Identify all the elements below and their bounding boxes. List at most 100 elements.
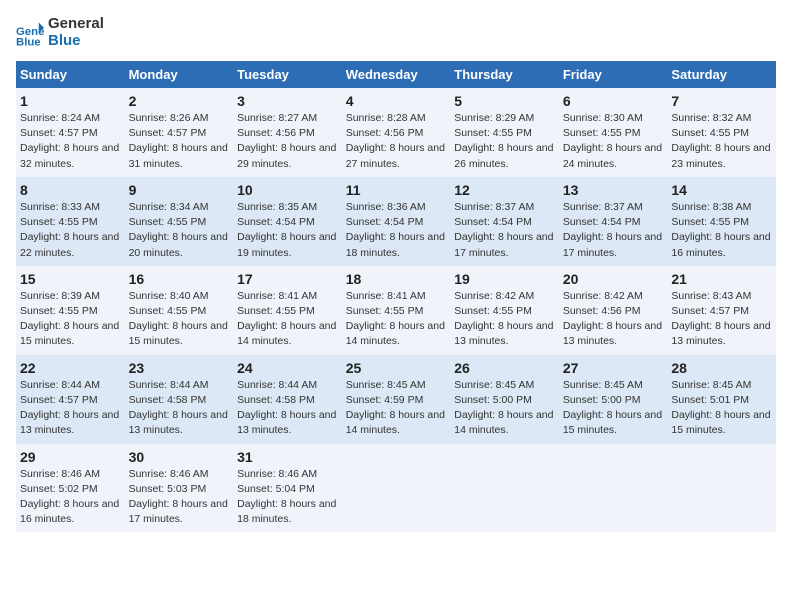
week-row-4: 22 Sunrise: 8:44 AMSunset: 4:57 PMDaylig… (16, 355, 776, 444)
calendar-cell: 16 Sunrise: 8:40 AMSunset: 4:55 PMDaylig… (125, 266, 234, 355)
day-info: Sunrise: 8:30 AMSunset: 4:55 PMDaylight:… (563, 111, 664, 172)
day-info: Sunrise: 8:42 AMSunset: 4:56 PMDaylight:… (563, 289, 664, 350)
calendar-cell: 28 Sunrise: 8:45 AMSunset: 5:01 PMDaylig… (667, 355, 776, 444)
day-number: 13 (563, 182, 664, 198)
week-row-5: 29 Sunrise: 8:46 AMSunset: 5:02 PMDaylig… (16, 444, 776, 533)
logo-text: GeneralBlue (48, 16, 104, 49)
day-number: 21 (671, 271, 772, 287)
day-info: Sunrise: 8:41 AMSunset: 4:55 PMDaylight:… (346, 289, 447, 350)
day-number: 3 (237, 93, 338, 109)
calendar-cell: 25 Sunrise: 8:45 AMSunset: 4:59 PMDaylig… (342, 355, 451, 444)
day-number: 11 (346, 182, 447, 198)
calendar-cell: 8 Sunrise: 8:33 AMSunset: 4:55 PMDayligh… (16, 177, 125, 266)
day-number: 27 (563, 360, 664, 376)
logo: General Blue GeneralBlue (16, 16, 104, 49)
day-number: 8 (20, 182, 121, 198)
calendar-table: SundayMondayTuesdayWednesdayThursdayFrid… (16, 61, 776, 532)
calendar-cell: 9 Sunrise: 8:34 AMSunset: 4:55 PMDayligh… (125, 177, 234, 266)
calendar-cell (559, 444, 668, 533)
day-number: 6 (563, 93, 664, 109)
day-number: 12 (454, 182, 555, 198)
day-info: Sunrise: 8:40 AMSunset: 4:55 PMDaylight:… (129, 289, 230, 350)
day-header-saturday: Saturday (667, 61, 776, 88)
day-info: Sunrise: 8:32 AMSunset: 4:55 PMDaylight:… (671, 111, 772, 172)
week-row-3: 15 Sunrise: 8:39 AMSunset: 4:55 PMDaylig… (16, 266, 776, 355)
day-info: Sunrise: 8:27 AMSunset: 4:56 PMDaylight:… (237, 111, 338, 172)
calendar-cell: 1 Sunrise: 8:24 AMSunset: 4:57 PMDayligh… (16, 88, 125, 177)
day-number: 23 (129, 360, 230, 376)
svg-text:Blue: Blue (16, 36, 41, 47)
day-info: Sunrise: 8:28 AMSunset: 4:56 PMDaylight:… (346, 111, 447, 172)
day-info: Sunrise: 8:46 AMSunset: 5:04 PMDaylight:… (237, 467, 338, 528)
calendar-cell: 5 Sunrise: 8:29 AMSunset: 4:55 PMDayligh… (450, 88, 559, 177)
calendar-cell: 10 Sunrise: 8:35 AMSunset: 4:54 PMDaylig… (233, 177, 342, 266)
calendar-cell: 26 Sunrise: 8:45 AMSunset: 5:00 PMDaylig… (450, 355, 559, 444)
calendar-cell: 22 Sunrise: 8:44 AMSunset: 4:57 PMDaylig… (16, 355, 125, 444)
calendar-body: 1 Sunrise: 8:24 AMSunset: 4:57 PMDayligh… (16, 88, 776, 532)
calendar-cell: 19 Sunrise: 8:42 AMSunset: 4:55 PMDaylig… (450, 266, 559, 355)
day-number: 29 (20, 449, 121, 465)
day-info: Sunrise: 8:44 AMSunset: 4:57 PMDaylight:… (20, 378, 121, 439)
calendar-cell: 20 Sunrise: 8:42 AMSunset: 4:56 PMDaylig… (559, 266, 668, 355)
day-header-tuesday: Tuesday (233, 61, 342, 88)
day-number: 20 (563, 271, 664, 287)
day-number: 14 (671, 182, 772, 198)
calendar-cell (342, 444, 451, 533)
day-info: Sunrise: 8:44 AMSunset: 4:58 PMDaylight:… (129, 378, 230, 439)
day-info: Sunrise: 8:44 AMSunset: 4:58 PMDaylight:… (237, 378, 338, 439)
day-info: Sunrise: 8:33 AMSunset: 4:55 PMDaylight:… (20, 200, 121, 261)
week-row-2: 8 Sunrise: 8:33 AMSunset: 4:55 PMDayligh… (16, 177, 776, 266)
day-info: Sunrise: 8:29 AMSunset: 4:55 PMDaylight:… (454, 111, 555, 172)
day-info: Sunrise: 8:35 AMSunset: 4:54 PMDaylight:… (237, 200, 338, 261)
calendar-cell: 17 Sunrise: 8:41 AMSunset: 4:55 PMDaylig… (233, 266, 342, 355)
day-header-sunday: Sunday (16, 61, 125, 88)
day-number: 25 (346, 360, 447, 376)
day-header-monday: Monday (125, 61, 234, 88)
calendar-cell: 2 Sunrise: 8:26 AMSunset: 4:57 PMDayligh… (125, 88, 234, 177)
day-number: 30 (129, 449, 230, 465)
day-number: 26 (454, 360, 555, 376)
day-number: 31 (237, 449, 338, 465)
day-info: Sunrise: 8:39 AMSunset: 4:55 PMDaylight:… (20, 289, 121, 350)
day-number: 2 (129, 93, 230, 109)
day-number: 15 (20, 271, 121, 287)
day-info: Sunrise: 8:24 AMSunset: 4:57 PMDaylight:… (20, 111, 121, 172)
calendar-cell: 27 Sunrise: 8:45 AMSunset: 5:00 PMDaylig… (559, 355, 668, 444)
day-number: 10 (237, 182, 338, 198)
header-row: SundayMondayTuesdayWednesdayThursdayFrid… (16, 61, 776, 88)
day-number: 1 (20, 93, 121, 109)
day-info: Sunrise: 8:37 AMSunset: 4:54 PMDaylight:… (563, 200, 664, 261)
day-header-thursday: Thursday (450, 61, 559, 88)
calendar-cell (667, 444, 776, 533)
calendar-cell: 23 Sunrise: 8:44 AMSunset: 4:58 PMDaylig… (125, 355, 234, 444)
calendar-cell: 4 Sunrise: 8:28 AMSunset: 4:56 PMDayligh… (342, 88, 451, 177)
calendar-cell: 3 Sunrise: 8:27 AMSunset: 4:56 PMDayligh… (233, 88, 342, 177)
day-info: Sunrise: 8:45 AMSunset: 5:00 PMDaylight:… (454, 378, 555, 439)
day-number: 9 (129, 182, 230, 198)
calendar-cell: 24 Sunrise: 8:44 AMSunset: 4:58 PMDaylig… (233, 355, 342, 444)
week-row-1: 1 Sunrise: 8:24 AMSunset: 4:57 PMDayligh… (16, 88, 776, 177)
day-info: Sunrise: 8:34 AMSunset: 4:55 PMDaylight:… (129, 200, 230, 261)
calendar-cell: 7 Sunrise: 8:32 AMSunset: 4:55 PMDayligh… (667, 88, 776, 177)
day-number: 4 (346, 93, 447, 109)
day-info: Sunrise: 8:41 AMSunset: 4:55 PMDaylight:… (237, 289, 338, 350)
calendar-cell: 31 Sunrise: 8:46 AMSunset: 5:04 PMDaylig… (233, 444, 342, 533)
day-info: Sunrise: 8:43 AMSunset: 4:57 PMDaylight:… (671, 289, 772, 350)
day-number: 18 (346, 271, 447, 287)
day-number: 7 (671, 93, 772, 109)
calendar-cell: 18 Sunrise: 8:41 AMSunset: 4:55 PMDaylig… (342, 266, 451, 355)
calendar-cell: 29 Sunrise: 8:46 AMSunset: 5:02 PMDaylig… (16, 444, 125, 533)
logo-icon: General Blue (16, 19, 44, 47)
calendar-cell: 30 Sunrise: 8:46 AMSunset: 5:03 PMDaylig… (125, 444, 234, 533)
calendar-cell: 15 Sunrise: 8:39 AMSunset: 4:55 PMDaylig… (16, 266, 125, 355)
day-number: 28 (671, 360, 772, 376)
day-number: 17 (237, 271, 338, 287)
day-info: Sunrise: 8:42 AMSunset: 4:55 PMDaylight:… (454, 289, 555, 350)
calendar-cell: 14 Sunrise: 8:38 AMSunset: 4:55 PMDaylig… (667, 177, 776, 266)
calendar-header: SundayMondayTuesdayWednesdayThursdayFrid… (16, 61, 776, 88)
calendar-cell: 12 Sunrise: 8:37 AMSunset: 4:54 PMDaylig… (450, 177, 559, 266)
day-info: Sunrise: 8:36 AMSunset: 4:54 PMDaylight:… (346, 200, 447, 261)
calendar-cell: 6 Sunrise: 8:30 AMSunset: 4:55 PMDayligh… (559, 88, 668, 177)
day-header-wednesday: Wednesday (342, 61, 451, 88)
page-header: General Blue GeneralBlue (16, 16, 776, 49)
